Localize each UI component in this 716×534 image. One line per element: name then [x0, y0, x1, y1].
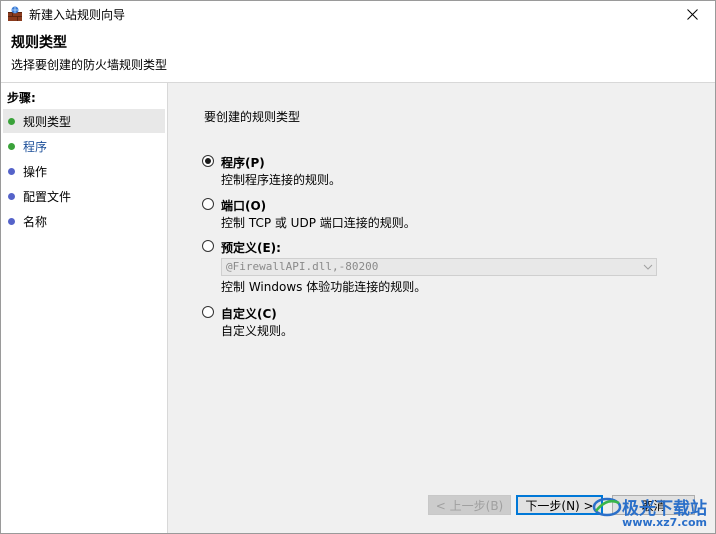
steps-label: 步骤: — [7, 91, 36, 105]
radio-custom[interactable] — [202, 306, 214, 318]
option-description: 自定义规则。 — [221, 324, 294, 338]
watermark-url: www.xz7.com — [622, 516, 707, 529]
window-title: 新建入站规则向导 — [29, 8, 126, 22]
page-subtitle: 选择要创建的防火墙规则类型 — [11, 58, 168, 72]
step-rule-type[interactable]: 规则类型 — [3, 109, 165, 133]
step-status-icon — [8, 192, 15, 200]
predefined-select[interactable]: @FirewallAPI.dll,-80200 — [221, 258, 657, 276]
step-profile[interactable]: 配置文件 — [3, 184, 165, 208]
step-name[interactable]: 名称 — [3, 209, 165, 233]
step-label: 操作 — [23, 164, 48, 179]
rule-type-question: 要创建的规则类型 — [204, 110, 301, 124]
close-icon — [686, 8, 698, 20]
wizard-window: 新建入站规则向导 规则类型 选择要创建的防火墙规则类型 步骤: 规则类型 程序 … — [0, 0, 716, 534]
predefined-select-value: @FirewallAPI.dll,-80200 — [226, 260, 379, 273]
next-button[interactable]: 下一步(N) > — [516, 495, 603, 515]
option-title: 预定义(E): — [221, 241, 281, 255]
radio-program[interactable] — [202, 155, 214, 167]
radio-port[interactable] — [202, 198, 214, 210]
content-pane: 要创建的规则类型 程序(P) 控制程序连接的规则。 端口(O) 控制 TCP 或… — [168, 83, 715, 533]
step-program[interactable]: 程序 — [3, 134, 165, 158]
option-title: 程序(P) — [221, 156, 265, 170]
option-description: 控制 Windows 体验功能连接的规则。 — [221, 280, 427, 294]
step-status-icon — [8, 217, 15, 225]
firewall-icon — [7, 6, 23, 22]
step-status-icon — [8, 167, 15, 175]
option-title: 自定义(C) — [221, 307, 277, 321]
option-description: 控制程序连接的规则。 — [221, 173, 342, 187]
title-bar[interactable]: 新建入站规则向导 — [1, 1, 715, 27]
radio-predefined[interactable] — [202, 240, 214, 252]
step-label: 配置文件 — [23, 189, 72, 204]
steps-pane: 步骤: 规则类型 程序 操作 配置文件 名称 — [1, 83, 168, 533]
step-status-icon — [8, 117, 15, 125]
watermark: 极光下载站 www.xz7.com — [592, 494, 707, 529]
close-button[interactable] — [669, 1, 715, 27]
step-label: 名称 — [23, 214, 48, 229]
step-action[interactable]: 操作 — [3, 159, 165, 183]
step-label: 程序 — [23, 139, 48, 154]
watermark-logo-icon — [592, 497, 622, 516]
chevron-down-icon — [643, 264, 653, 270]
page-title: 规则类型 — [11, 35, 67, 51]
step-label: 规则类型 — [23, 114, 72, 129]
wizard-header: 规则类型 选择要创建的防火墙规则类型 — [1, 27, 715, 83]
option-title: 端口(O) — [221, 199, 267, 213]
option-description: 控制 TCP 或 UDP 端口连接的规则。 — [221, 216, 416, 230]
step-status-icon — [8, 142, 15, 150]
back-button[interactable]: < 上一步(B) — [428, 495, 511, 515]
